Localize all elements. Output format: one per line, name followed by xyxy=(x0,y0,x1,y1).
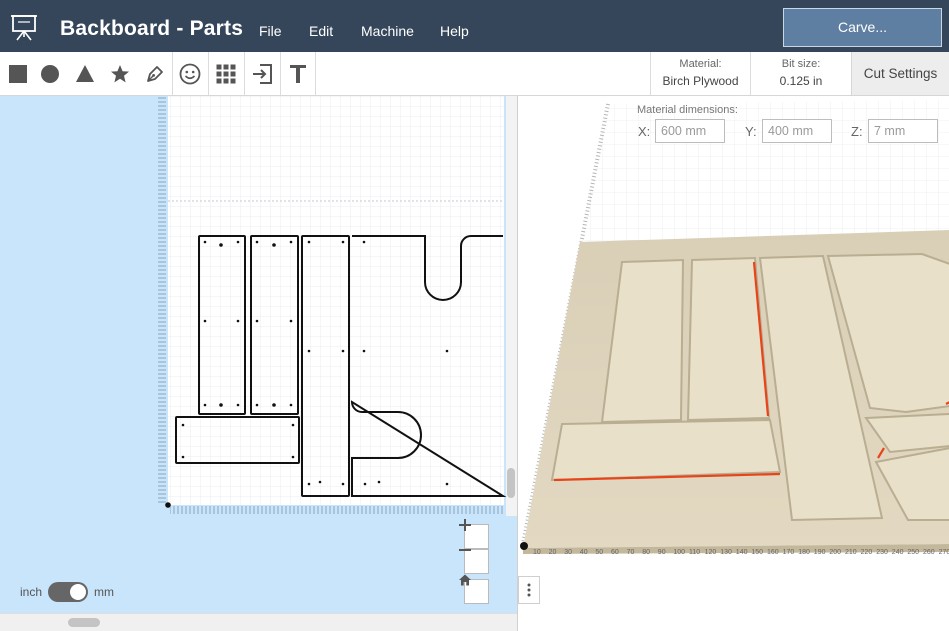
dim-z-input[interactable] xyxy=(868,119,938,143)
menu-edit[interactable]: Edit xyxy=(309,23,333,39)
unit-inch-label[interactable]: inch xyxy=(20,585,42,599)
grid-apps-icon[interactable] xyxy=(208,52,243,95)
x-tick-label: 260 xyxy=(923,549,935,556)
zoom-out-button[interactable] xyxy=(459,549,489,574)
x-tick-label: 160 xyxy=(767,549,779,556)
design-canvas[interactable]: inch mm xyxy=(0,96,517,631)
home-view-button[interactable] xyxy=(459,574,489,604)
home-icon xyxy=(459,574,471,586)
triangle-icon[interactable] xyxy=(67,52,102,95)
x-tick-label: 250 xyxy=(907,549,919,556)
x-tick-label: 50 xyxy=(595,549,603,556)
menu-machine[interactable]: Machine xyxy=(361,23,414,39)
unit-mm-label[interactable]: mm xyxy=(94,585,114,599)
x-tick-label: 190 xyxy=(814,549,826,556)
x-tick-label: 40 xyxy=(580,549,588,556)
x-tick-label: 150 xyxy=(751,549,763,556)
x-tick-label: 270 xyxy=(939,549,949,556)
x-tick-label: 100 xyxy=(673,549,685,556)
x-tick-label: 220 xyxy=(861,549,873,556)
horizontal-scrollbar[interactable] xyxy=(0,613,517,631)
x-tick-label: 140 xyxy=(736,549,748,556)
preview-options-button[interactable] xyxy=(518,576,540,604)
material-dimensions-label: Material dimensions: xyxy=(637,104,738,116)
x-tick-label: 120 xyxy=(705,549,717,556)
x-tick-label: 110 xyxy=(689,549,700,556)
vertical-ruler xyxy=(158,96,166,505)
x-tick-label: 30 xyxy=(564,549,572,556)
app-header: Backboard - Parts File Edit Machine Help… xyxy=(0,0,949,52)
x-tick-label: 70 xyxy=(627,549,635,556)
vertical-scrollbar-thumb[interactable] xyxy=(507,468,515,498)
carve-preview[interactable]: 10 20 30 40 50 60 70 80 90 100 110 120 130 140 150 160 1… xyxy=(517,96,949,631)
menu-help[interactable]: Help xyxy=(440,23,469,39)
x-tick-label: 80 xyxy=(642,549,650,556)
dim-y-input[interactable] xyxy=(762,119,832,143)
more-vertical-icon xyxy=(527,583,531,597)
preview-origin xyxy=(520,542,528,550)
app-window: Backboard - Parts File Edit Machine Help… xyxy=(0,0,949,631)
bit-size-value: 0.125 in xyxy=(779,74,823,88)
x-tick-label: 180 xyxy=(798,549,810,556)
pen-icon[interactable] xyxy=(137,52,172,95)
easel-icon[interactable] xyxy=(9,12,39,42)
origin-marker xyxy=(165,502,171,508)
x-tick-label: 90 xyxy=(658,549,666,556)
material-selector[interactable]: Material: Birch Plywood xyxy=(650,52,750,95)
import-icon[interactable] xyxy=(244,52,279,95)
star-icon[interactable] xyxy=(102,52,137,95)
x-axis-ticks: 10 20 30 40 50 60 70 80 90 100 110 120 130 140 150 160 1… xyxy=(533,549,949,556)
x-tick-label: 20 xyxy=(549,549,557,556)
dim-x-label: X: xyxy=(638,124,651,139)
minus-icon xyxy=(459,549,471,551)
circle-icon[interactable] xyxy=(32,52,67,95)
x-tick-label: 10 xyxy=(533,549,541,556)
carve-button[interactable]: Carve... xyxy=(783,8,942,47)
x-tick-label: 200 xyxy=(829,549,841,556)
toolbar-divider xyxy=(315,52,316,95)
dim-y-label: Y: xyxy=(745,124,757,139)
x-tick-label: 210 xyxy=(845,549,857,556)
text-icon[interactable] xyxy=(280,52,315,95)
unit-switch[interactable] xyxy=(48,582,88,602)
cut-settings-button[interactable]: Cut Settings xyxy=(851,52,949,95)
x-tick-label: 230 xyxy=(876,549,888,556)
unit-switch-knob[interactable] xyxy=(70,584,86,600)
horizontal-scrollbar-thumb[interactable] xyxy=(68,618,100,627)
dim-z-label: Z: xyxy=(851,124,863,139)
shape-toolbar: Material: Birch Plywood Bit size: 0.125 … xyxy=(0,52,949,96)
material-value: Birch Plywood xyxy=(662,74,739,88)
material-label: Material: xyxy=(679,58,722,70)
x-tick-label: 170 xyxy=(783,549,795,556)
square-icon[interactable] xyxy=(0,52,35,95)
x-tick-label: 240 xyxy=(892,549,904,556)
bit-size-label: Bit size: xyxy=(781,58,821,70)
project-title[interactable]: Backboard - Parts xyxy=(60,17,243,41)
bit-size-selector[interactable]: Bit size: 0.125 in xyxy=(750,52,851,95)
menu-file[interactable]: File xyxy=(259,23,282,39)
horizontal-ruler xyxy=(170,506,504,514)
dim-x-input[interactable] xyxy=(655,119,725,143)
plus-icon xyxy=(459,519,471,531)
smiley-icon[interactable] xyxy=(172,52,207,95)
x-tick-label: 130 xyxy=(720,549,732,556)
x-tick-label: 60 xyxy=(611,549,619,556)
